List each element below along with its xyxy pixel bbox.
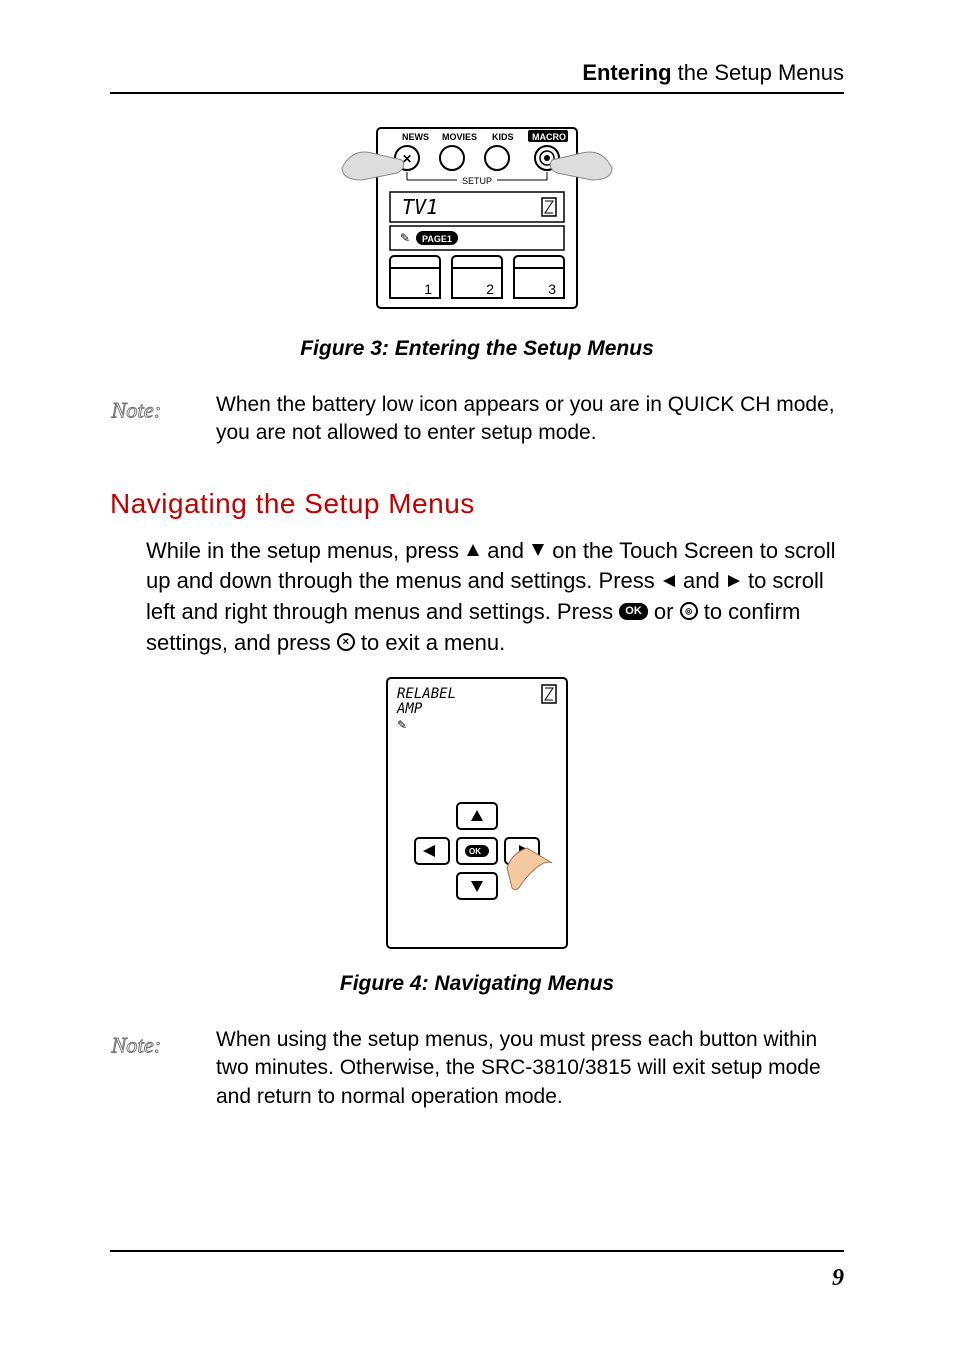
footer-rule — [110, 1250, 844, 1252]
target-circle-icon — [680, 602, 698, 620]
note-2-text: When using the setup menus, you must pre… — [216, 1026, 844, 1111]
remote-diagram-fig4: RELABEL AMP ✎ OK — [377, 673, 577, 953]
svg-text:✎: ✎ — [397, 718, 407, 732]
note-1-text: When the battery low icon appears or you… — [216, 391, 844, 448]
para-frag-6: or — [654, 599, 680, 624]
close-circle-icon — [337, 633, 355, 651]
header-bold: Entering — [582, 60, 671, 85]
svg-text:1: 1 — [424, 281, 432, 297]
svg-text:Note:: Note: — [110, 1032, 161, 1057]
para-frag-2: and — [487, 538, 530, 563]
note-icon: Note: — [110, 1026, 196, 1064]
svg-text:KIDS: KIDS — [492, 132, 514, 142]
svg-text:NEWS: NEWS — [402, 132, 429, 142]
right-triangle-icon — [726, 573, 742, 589]
up-triangle-icon — [465, 542, 481, 558]
svg-text:MOVIES: MOVIES — [442, 132, 477, 142]
remote-diagram-fig3: NEWS MOVIES KIDS MACRO ✕ SETUP TV1 ✎ PAG… — [332, 118, 622, 318]
svg-text:✎: ✎ — [400, 231, 410, 245]
page-number: 9 — [832, 1265, 844, 1292]
navigation-paragraph: While in the setup menus, press and on t… — [146, 536, 844, 659]
figure-3-caption: Figure 3: Entering the Setup Menus — [110, 337, 844, 361]
svg-text:RELABEL: RELABEL — [397, 686, 456, 702]
para-frag-1: While in the setup menus, press — [146, 538, 465, 563]
figure-3: NEWS MOVIES KIDS MACRO ✕ SETUP TV1 ✎ PAG… — [110, 118, 844, 361]
svg-text:MACRO: MACRO — [532, 132, 566, 142]
note-1: Note: When the battery low icon appears … — [110, 391, 844, 448]
note-2: Note: When using the setup menus, you mu… — [110, 1026, 844, 1111]
page-header: Entering the Setup Menus — [110, 60, 844, 94]
figure-4-caption: Figure 4: Navigating Menus — [110, 972, 844, 996]
svg-text:AMP: AMP — [396, 701, 423, 717]
svg-text:SETUP: SETUP — [462, 176, 492, 186]
down-triangle-icon — [530, 542, 546, 558]
svg-text:Note:: Note: — [110, 397, 161, 422]
svg-text:PAGE1: PAGE1 — [422, 234, 452, 244]
svg-text:OK: OK — [469, 847, 481, 856]
note-icon: Note: — [110, 391, 196, 429]
svg-text:2: 2 — [486, 281, 494, 297]
para-frag-4: and — [683, 568, 726, 593]
para-frag-8: to exit a menu. — [361, 630, 505, 655]
left-triangle-icon — [661, 573, 677, 589]
section-heading: Navigating the Setup Menus — [110, 488, 844, 520]
figure-4: RELABEL AMP ✎ OK Figure 4: Navigating Me… — [110, 673, 844, 996]
ok-icon: OK — [619, 603, 648, 620]
svg-text:TV1: TV1 — [402, 195, 438, 219]
header-rest: the Setup Menus — [672, 60, 844, 85]
svg-text:3: 3 — [548, 281, 556, 297]
